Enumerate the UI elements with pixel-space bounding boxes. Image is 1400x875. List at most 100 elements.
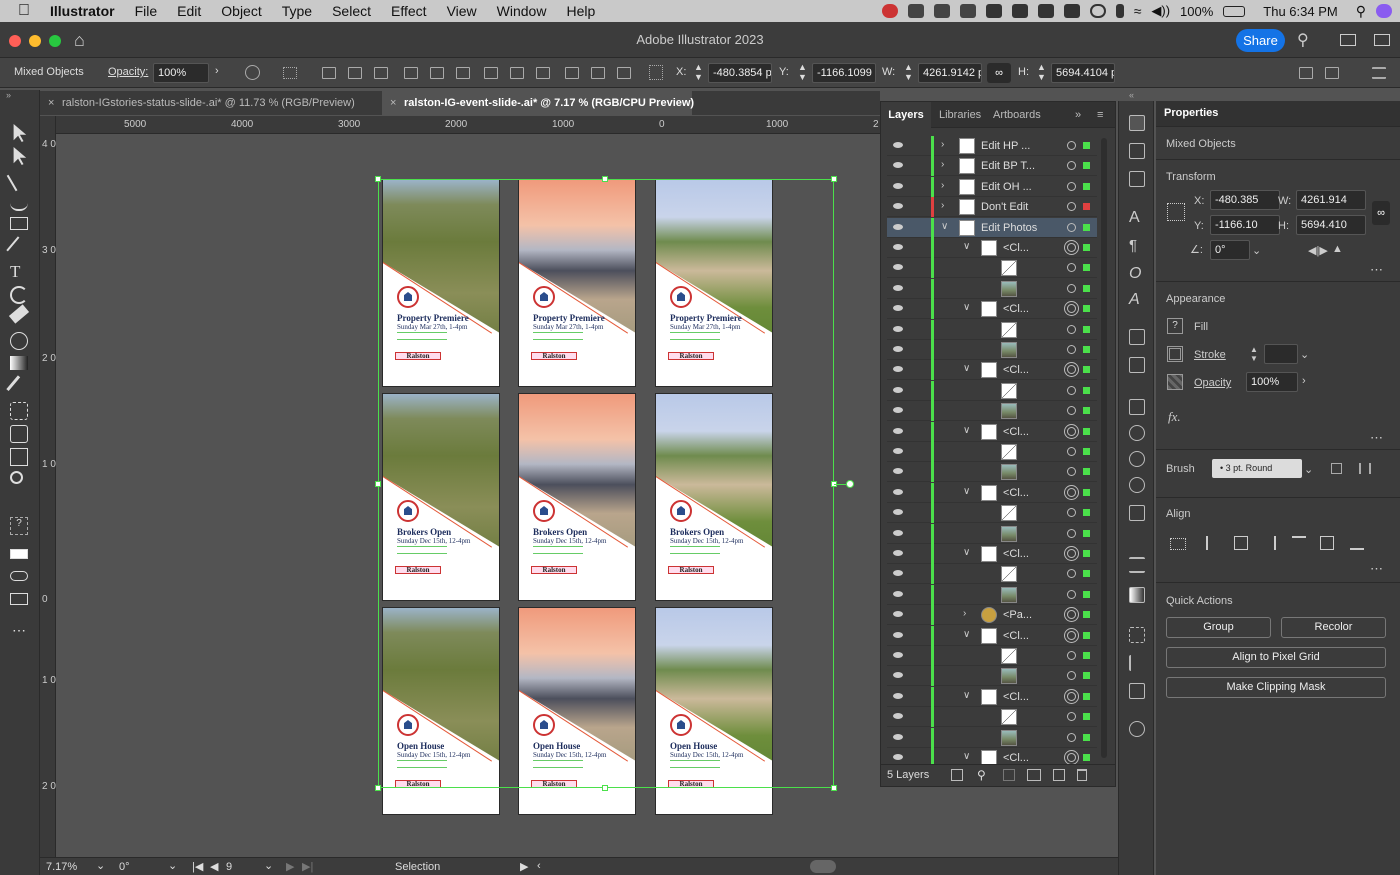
properties-title[interactable]: Properties [1164, 107, 1218, 119]
resize-handle[interactable] [375, 176, 381, 182]
layer-name[interactable]: <Cl... [1003, 630, 1029, 642]
layer-row[interactable]: › Edit OH ... [887, 176, 1097, 197]
visibility-eye-icon[interactable] [893, 692, 903, 699]
opentype-icon[interactable]: O [1129, 265, 1145, 282]
layer-row[interactable] [887, 503, 1097, 524]
bluetooth-icon[interactable] [1115, 4, 1124, 18]
visibility-eye-icon[interactable] [893, 529, 903, 536]
visibility-eye-icon[interactable] [893, 264, 903, 271]
layer-name[interactable]: <Cl... [1003, 364, 1029, 376]
fx-icon[interactable]: fx. [1168, 409, 1181, 425]
new-layer-icon[interactable] [1053, 769, 1065, 781]
align-bottom-icon[interactable] [456, 67, 470, 79]
more-tools-icon[interactable]: ⋯ [10, 622, 28, 640]
layer-row[interactable] [887, 707, 1097, 728]
target-icon[interactable] [1067, 508, 1076, 518]
selection-indicator[interactable] [1083, 182, 1090, 190]
rotate-handle[interactable] [834, 484, 846, 485]
opacity-icon[interactable] [1167, 374, 1183, 390]
symbol-sprayer-tool-icon[interactable] [10, 425, 28, 443]
visibility-eye-icon[interactable] [893, 244, 903, 250]
layer-name[interactable]: <Cl... [1003, 303, 1029, 315]
brush-options-icon[interactable] [1331, 463, 1342, 474]
layer-name[interactable]: <Cl... [1003, 242, 1029, 254]
chevron-right-icon[interactable]: › [941, 180, 944, 191]
visibility-eye-icon[interactable] [893, 713, 903, 720]
menu-window[interactable]: Window [487, 3, 557, 19]
layer-name[interactable]: <Cl... [1003, 548, 1029, 560]
layer-row[interactable] [887, 646, 1097, 666]
search-icon[interactable]: ⚲ [1297, 30, 1309, 50]
visibility-eye-icon[interactable] [893, 488, 903, 495]
layer-row[interactable]: › Don't Edit [887, 197, 1097, 218]
rotation-value[interactable]: 0° [119, 861, 130, 873]
artboard-canvas[interactable]: Property Premiere Sunday Mar 27th, 1-4pm R… [56, 134, 880, 857]
cloud-icon[interactable] [959, 4, 976, 18]
brushes-icon[interactable] [1129, 477, 1145, 493]
x-stepper-icon[interactable]: ▲ ▼ [694, 62, 703, 82]
target-icon[interactable] [1067, 202, 1076, 212]
opacity-arrow-icon[interactable]: › [1302, 375, 1306, 387]
target-icon[interactable] [1067, 324, 1076, 334]
screen-mode-icon[interactable] [10, 593, 28, 605]
visibility-eye-icon[interactable] [893, 448, 903, 454]
rotation-dropdown-icon[interactable]: ⌄ [1252, 244, 1261, 257]
selection-indicator[interactable] [1083, 468, 1090, 476]
layer-row[interactable]: › <Pa... [887, 605, 1097, 626]
time-machine-icon[interactable] [1089, 4, 1106, 18]
visibility-eye-icon[interactable] [893, 672, 903, 679]
transform-h-field[interactable]: 5694.410 [1296, 215, 1366, 235]
tab-artboards[interactable]: Artboards [993, 102, 1041, 128]
align-left-icon[interactable] [1206, 536, 1220, 550]
selection-indicator[interactable] [1083, 550, 1090, 557]
selection-indicator[interactable] [1083, 733, 1090, 741]
distribute-hcenter-icon[interactable] [591, 67, 605, 79]
selection-indicator[interactable] [1083, 142, 1090, 149]
stroke-panel-icon[interactable] [1129, 557, 1145, 573]
layer-name[interactable]: Don't Edit [981, 201, 1028, 213]
chevron-down-icon[interactable]: ∨ [963, 547, 970, 558]
selection-indicator[interactable] [1083, 305, 1090, 313]
stroke-weight-field[interactable] [1264, 344, 1298, 364]
layers-scrollbar[interactable] [1101, 138, 1107, 758]
transform-w-field[interactable]: 4261.914 [1296, 190, 1366, 210]
chevron-right-icon[interactable]: › [941, 139, 944, 150]
zoom-dropdown-icon[interactable]: ⌄ [96, 859, 105, 872]
h-field[interactable]: 5694.4104 p [1051, 63, 1115, 83]
chevron-down-icon[interactable]: ∨ [963, 425, 970, 436]
creative-cloud-icon[interactable] [881, 4, 898, 18]
paragraph-icon[interactable]: ¶ [1129, 237, 1145, 254]
eyedropper-tool-icon[interactable] [6, 375, 32, 401]
target-icon[interactable] [1067, 691, 1076, 701]
layer-row[interactable]: ∨ <Cl... [887, 686, 1097, 707]
gradient-panel-icon[interactable] [1129, 587, 1145, 603]
visibility-eye-icon[interactable] [893, 346, 903, 352]
panels-icon[interactable] [1374, 34, 1390, 46]
target-icon[interactable] [1067, 712, 1076, 722]
selection-indicator[interactable] [1083, 611, 1090, 619]
distribute-right-icon[interactable] [617, 67, 631, 79]
artboard-number[interactable]: 9 [226, 861, 232, 873]
align-vcenter-icon[interactable] [430, 67, 444, 79]
collapse-panel-icon[interactable]: » [6, 90, 11, 100]
align-hcenter-icon[interactable] [1234, 536, 1248, 550]
layer-name[interactable]: <Cl... [1003, 426, 1029, 438]
align-right-icon[interactable] [374, 67, 388, 79]
stroke-swatch[interactable] [1167, 346, 1183, 362]
target-icon[interactable] [1067, 263, 1076, 273]
status-menu-icon[interactable]: ▶ [520, 860, 528, 873]
chevron-right-icon[interactable]: › [963, 608, 966, 619]
visibility-eye-icon[interactable] [893, 570, 903, 577]
target-icon[interactable] [1067, 385, 1076, 395]
layer-row[interactable]: ∨ <Cl... [887, 482, 1097, 503]
opacity-arrow-icon[interactable]: › [215, 65, 219, 77]
recolor-icon[interactable] [245, 65, 260, 80]
target-icon[interactable] [1067, 487, 1076, 497]
cloud-icon[interactable] [907, 4, 924, 18]
distribute-bottom-icon[interactable] [536, 67, 550, 79]
tab-libraries[interactable]: Libraries [939, 102, 981, 128]
selection-indicator[interactable] [1083, 488, 1090, 496]
target-icon[interactable] [1067, 651, 1076, 660]
selection-indicator[interactable] [1083, 631, 1090, 639]
menu-view[interactable]: View [437, 3, 487, 19]
